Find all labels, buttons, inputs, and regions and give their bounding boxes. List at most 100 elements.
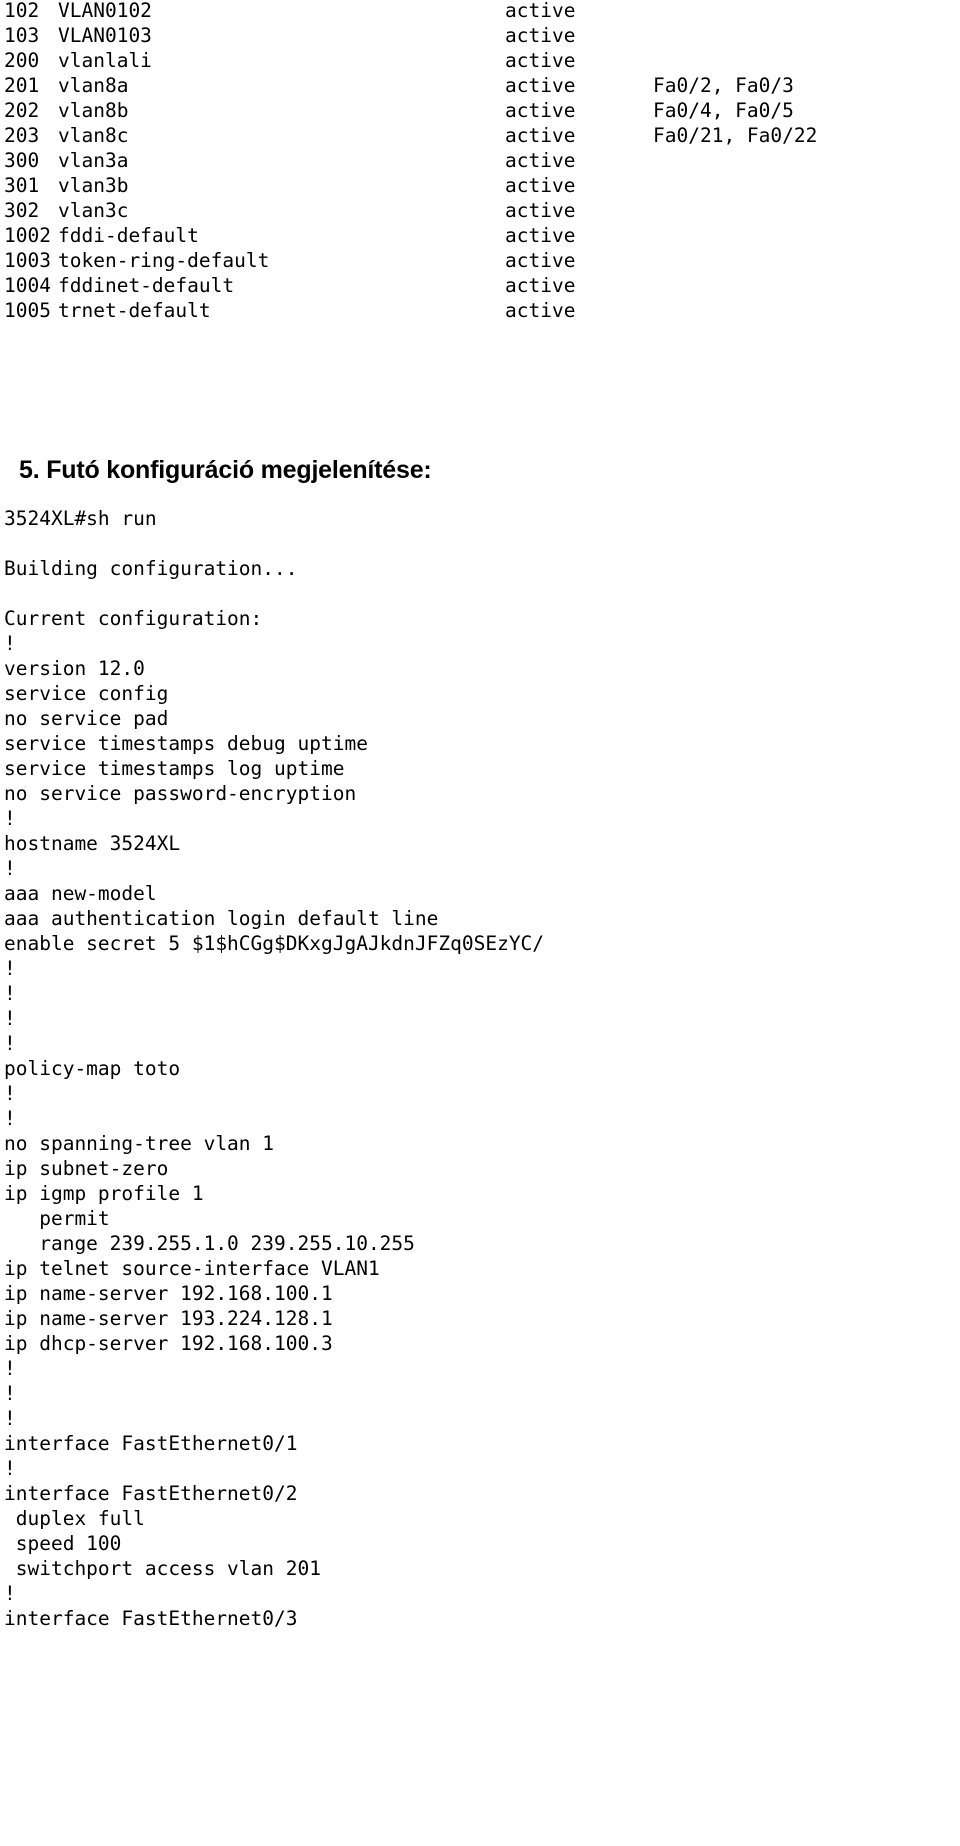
- vlan-status: active: [505, 274, 576, 297]
- vlan-status: active: [505, 199, 576, 222]
- vlan-name: vlan3b: [58, 174, 129, 197]
- vlan-name: vlan3a: [58, 149, 129, 172]
- vlan-table-row: 301 vlan3b active: [4, 173, 960, 198]
- vlan-status: active: [505, 174, 576, 197]
- vlan-table-row: 1005 trnet-default active: [4, 298, 960, 323]
- vlan-name: fddinet-default: [58, 274, 235, 297]
- section-heading-running-config: 5. Futó konfiguráció megjelenítése:: [19, 456, 432, 484]
- vlan-table-row: 300 vlan3a active: [4, 148, 960, 173]
- vlan-table-row: 201 vlan8a active Fa0/2, Fa0/3: [4, 73, 960, 98]
- vlan-table-row: 102 VLAN0102 active: [4, 0, 960, 23]
- config-line: !: [4, 1082, 16, 1105]
- vlan-status: active: [505, 49, 576, 72]
- vlan-name: VLAN0103: [58, 24, 152, 47]
- vlan-id: 102: [4, 0, 40, 22]
- vlan-status: active: [505, 74, 576, 97]
- vlan-id: 1005: [4, 299, 51, 322]
- config-line: switchport access vlan 201: [4, 1557, 321, 1580]
- vlan-id: 200: [4, 49, 40, 72]
- config-line: !: [4, 982, 16, 1005]
- vlan-name: vlan8a: [58, 74, 129, 97]
- config-line: service timestamps debug uptime: [4, 732, 368, 755]
- vlan-table-row: 200 vlanlali active: [4, 48, 960, 73]
- vlan-table-row: 1002 fddi-default active: [4, 223, 960, 248]
- config-line: hostname 3524XL: [4, 832, 181, 855]
- vlan-table-row: 202 vlan8b active Fa0/4, Fa0/5: [4, 98, 960, 123]
- vlan-status: active: [505, 299, 576, 322]
- vlan-id: 202: [4, 99, 40, 122]
- config-line: ip dhcp-server 192.168.100.3: [4, 1332, 333, 1355]
- vlan-name: VLAN0102: [58, 0, 152, 22]
- vlan-name: token-ring-default: [58, 249, 270, 272]
- vlan-ports: Fa0/2, Fa0/3: [653, 74, 794, 97]
- config-line: no service password-encryption: [4, 782, 357, 805]
- vlan-id: 301: [4, 174, 40, 197]
- config-line: Building configuration...: [4, 557, 298, 580]
- config-line: ip name-server 192.168.100.1: [4, 1282, 333, 1305]
- config-line: ip telnet source-interface VLAN1: [4, 1257, 380, 1280]
- config-line: 3524XL#sh run: [4, 507, 157, 530]
- config-line: interface FastEthernet0/1: [4, 1432, 298, 1455]
- config-line: enable secret 5 $1$hCGg$DKxgJgAJkdnJFZq0…: [4, 932, 545, 955]
- vlan-table-row: 302 vlan3c active: [4, 198, 960, 223]
- vlan-status: active: [505, 99, 576, 122]
- vlan-name: vlan8b: [58, 99, 129, 122]
- vlan-id: 300: [4, 149, 40, 172]
- vlan-id: 201: [4, 74, 40, 97]
- vlan-id: 1004: [4, 274, 51, 297]
- vlan-ports: Fa0/21, Fa0/22: [653, 124, 818, 147]
- config-line: !: [4, 1107, 16, 1130]
- document-page: 102 VLAN0102 active 103 VLAN0103 active 200 vla…: [0, 0, 960, 1846]
- config-line: Current configuration:: [4, 607, 263, 630]
- config-line: duplex full: [4, 1507, 145, 1530]
- config-line: !: [4, 807, 16, 830]
- config-line: no spanning-tree vlan 1: [4, 1132, 275, 1155]
- config-line: !: [4, 1007, 16, 1030]
- config-line: version 12.0: [4, 657, 145, 680]
- vlan-name: vlanlali: [58, 49, 152, 72]
- config-line: ip igmp profile 1: [4, 1182, 204, 1205]
- config-line: !: [4, 1032, 16, 1055]
- config-line: speed 100: [4, 1532, 122, 1555]
- vlan-id: 203: [4, 124, 40, 147]
- config-line: !: [4, 1457, 16, 1480]
- config-blank-line: [4, 531, 704, 556]
- vlan-table-row: 103 VLAN0103 active: [4, 23, 960, 48]
- running-config-output: 3524XL#sh run Building configuration... Cu…: [4, 506, 704, 1631]
- config-line: interface FastEthernet0/2: [4, 1482, 298, 1505]
- vlan-status: active: [505, 0, 576, 22]
- config-line: !: [4, 957, 16, 980]
- config-line: no service pad: [4, 707, 169, 730]
- config-line: !: [4, 1357, 16, 1380]
- config-line: !: [4, 1407, 16, 1430]
- vlan-status-table: 102 VLAN0102 active 103 VLAN0103 active 200 vla…: [4, 0, 960, 323]
- config-line: !: [4, 1382, 16, 1405]
- vlan-name: vlan3c: [58, 199, 129, 222]
- vlan-id: 103: [4, 24, 40, 47]
- vlan-table-row: 1004 fddinet-default active: [4, 273, 960, 298]
- vlan-status: active: [505, 249, 576, 272]
- config-line: permit: [4, 1207, 110, 1230]
- vlan-name: trnet-default: [58, 299, 211, 322]
- vlan-ports: Fa0/4, Fa0/5: [653, 99, 794, 122]
- vlan-id: 1003: [4, 249, 51, 272]
- config-line: service config: [4, 682, 169, 705]
- vlan-status: active: [505, 124, 576, 147]
- config-line: aaa authentication login default line: [4, 907, 439, 930]
- vlan-table-row: 1003 token-ring-default active: [4, 248, 960, 273]
- config-blank-line: [4, 581, 704, 606]
- config-line: ip name-server 193.224.128.1: [4, 1307, 333, 1330]
- vlan-status: active: [505, 24, 576, 47]
- vlan-name: vlan8c: [58, 124, 129, 147]
- vlan-id: 302: [4, 199, 40, 222]
- config-line: interface FastEthernet0/3: [4, 1607, 298, 1630]
- config-line: aaa new-model: [4, 882, 157, 905]
- vlan-status: active: [505, 224, 576, 247]
- vlan-status: active: [505, 149, 576, 172]
- config-line: service timestamps log uptime: [4, 757, 345, 780]
- vlan-table-row: 203 vlan8c active Fa0/21, Fa0/22: [4, 123, 960, 148]
- config-line: !: [4, 857, 16, 880]
- config-line: range 239.255.1.0 239.255.10.255: [4, 1232, 415, 1255]
- vlan-id: 1002: [4, 224, 51, 247]
- config-line: policy-map toto: [4, 1057, 181, 1080]
